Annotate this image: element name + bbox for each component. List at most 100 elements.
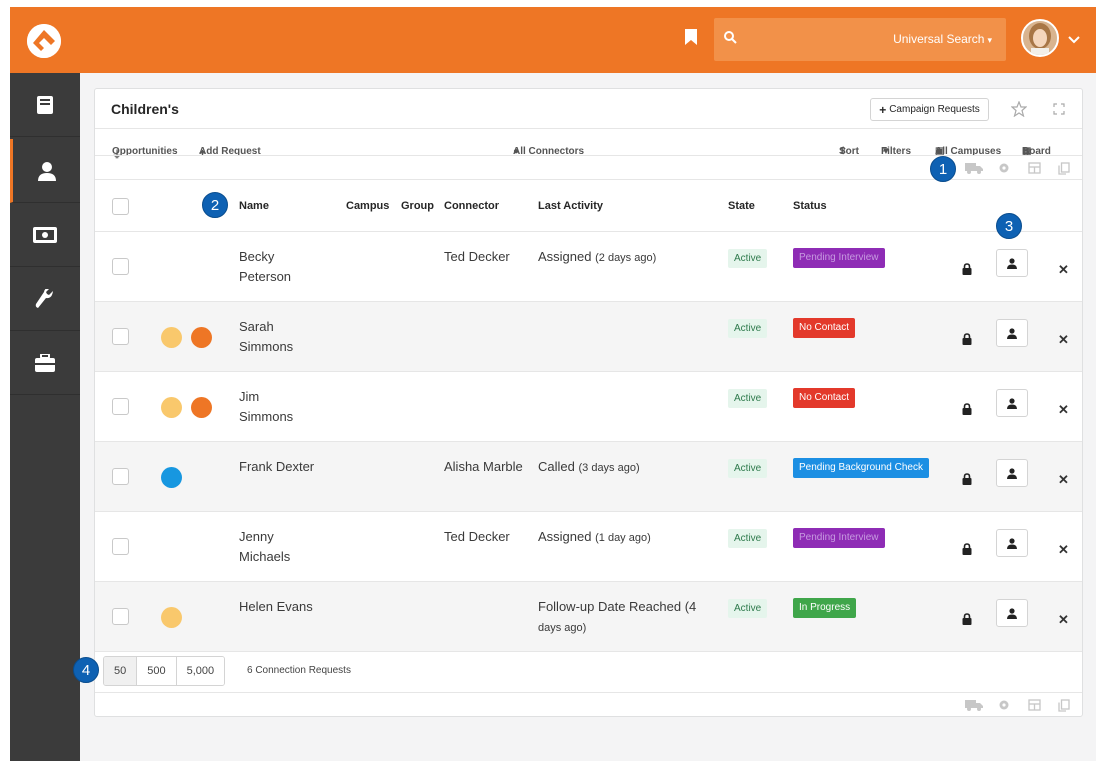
person-icon (37, 161, 56, 181)
panel-toolbar: ⏚ Opportunities + Add Request ● All Conn… (112, 146, 1051, 161)
row-checkbox[interactable] (112, 328, 129, 345)
truck-icon[interactable] (965, 699, 983, 711)
person-name[interactable]: Sarah Simmons (239, 317, 329, 357)
grid-actions-bottom (95, 694, 1082, 718)
header-last-activity[interactable]: Last Activity (538, 200, 603, 212)
header-status[interactable]: Status (793, 200, 827, 212)
status-badge: No Contact (793, 318, 856, 338)
chevron-down-icon[interactable] (1068, 31, 1080, 49)
page-size-500[interactable]: 500 (137, 657, 177, 685)
lock-icon (962, 473, 972, 488)
star-icon[interactable] (1010, 100, 1028, 122)
page-title: Children's (111, 101, 179, 117)
status-dot (161, 327, 182, 348)
sidebar-item-book[interactable] (10, 73, 80, 137)
person-icon (1007, 397, 1017, 409)
callout-1: 1 (930, 156, 956, 182)
table-row[interactable]: Helen Evans Follow-up Date Reached (4 day… (95, 582, 1082, 652)
state-badge: Active (728, 249, 768, 268)
person-name[interactable]: Jenny Michaels (239, 527, 329, 567)
search-scope-dropdown[interactable]: Universal Search ▾ (893, 32, 992, 46)
header-group[interactable]: Group (401, 200, 434, 212)
close-icon[interactable]: ✕ (1058, 612, 1069, 628)
state-badge: Active (728, 599, 768, 618)
view-person-button[interactable] (996, 529, 1028, 557)
view-person-button[interactable] (996, 389, 1028, 417)
view-person-button[interactable] (996, 599, 1028, 627)
connector-name: Ted Decker (444, 249, 510, 264)
header-state[interactable]: State (728, 200, 755, 212)
table-row[interactable]: Becky Peterson Ted Decker Assigned (2 days … (95, 232, 1082, 302)
status-badge: Pending Interview (793, 528, 885, 548)
request-count: 6 Connection Requests (247, 665, 351, 676)
view-person-button[interactable] (996, 249, 1028, 277)
page-size-5000[interactable]: 5,000 (176, 657, 225, 685)
row-checkbox[interactable] (112, 608, 129, 625)
close-icon[interactable]: ✕ (1058, 332, 1069, 348)
row-checkbox[interactable] (112, 258, 129, 275)
header-campus[interactable]: Campus (346, 200, 389, 212)
gear-icon[interactable] (998, 699, 1010, 711)
person-name[interactable]: Jim Simmons (239, 387, 329, 427)
table-icon[interactable] (1028, 162, 1041, 174)
fullscreen-icon[interactable] (1053, 102, 1065, 120)
person-name[interactable]: Helen Evans (239, 597, 329, 617)
table-header: Name Campus Group Connector Last Activit… (95, 179, 1082, 232)
campaign-requests-button[interactable]: + Campaign Requests (870, 98, 989, 121)
rock-logo-icon[interactable] (27, 24, 61, 58)
person-icon (1007, 537, 1017, 549)
status-dot (161, 397, 182, 418)
lock-icon (962, 543, 972, 558)
page-size-selector: 50 500 5,000 (103, 656, 226, 686)
person-name[interactable]: Becky Peterson (239, 247, 329, 287)
status-dot (191, 397, 212, 418)
sidebar-item-admin[interactable] (10, 331, 80, 395)
lock-icon (962, 403, 972, 418)
table-row[interactable]: Frank Dexter Alisha Marble Called (3 days … (95, 442, 1082, 512)
callout-2: 2 (202, 192, 228, 218)
select-all-checkbox[interactable] (112, 198, 129, 215)
lock-icon (962, 613, 972, 628)
row-checkbox[interactable] (112, 468, 129, 485)
avatar[interactable] (1021, 19, 1059, 57)
table-row[interactable]: Jenny Michaels Ted Decker Assigned (1 day a… (95, 512, 1082, 582)
table-row[interactable]: Sarah Simmons Active No Contact ✕ (95, 302, 1082, 372)
header-name[interactable]: Name (239, 200, 269, 212)
state-badge: Active (728, 319, 768, 338)
row-checkbox[interactable] (112, 538, 129, 555)
close-icon[interactable]: ✕ (1058, 402, 1069, 418)
copy-icon[interactable] (1058, 699, 1070, 712)
sidebar-item-tools[interactable] (10, 267, 80, 331)
view-person-button[interactable] (996, 319, 1028, 347)
status-dot (161, 467, 182, 488)
callout-3: 3 (996, 213, 1022, 239)
table-icon[interactable] (1028, 699, 1041, 711)
status-dot (161, 607, 182, 628)
copy-icon[interactable] (1058, 162, 1070, 175)
person-icon (1007, 327, 1017, 339)
close-icon[interactable]: ✕ (1058, 542, 1069, 558)
status-badge: No Contact (793, 388, 856, 408)
universal-search[interactable]: Universal Search ▾ (714, 18, 1006, 61)
plus-icon: + (879, 102, 887, 117)
gear-icon[interactable] (998, 162, 1010, 174)
person-name[interactable]: Frank Dexter (239, 457, 329, 477)
sidebar-item-finance[interactable] (10, 203, 80, 267)
sidebar-item-people[interactable] (10, 139, 80, 203)
close-icon[interactable]: ✕ (1058, 262, 1069, 278)
grid-footer: 50 500 5,000 6 Connection Requests (95, 649, 1082, 693)
header-connector[interactable]: Connector (444, 200, 499, 212)
table-row[interactable]: Jim Simmons Active No Contact ✕ (95, 372, 1082, 442)
row-checkbox[interactable] (112, 398, 129, 415)
truck-icon[interactable] (965, 162, 983, 174)
bookmark-icon[interactable] (685, 29, 697, 50)
view-person-button[interactable] (996, 459, 1028, 487)
callout-4: 4 (73, 657, 99, 683)
briefcase-icon (35, 353, 55, 372)
close-icon[interactable]: ✕ (1058, 472, 1069, 488)
page-size-50[interactable]: 50 (104, 657, 138, 685)
wrench-icon (35, 288, 53, 308)
last-activity: Follow-up Date Reached (4 days ago) (538, 599, 697, 634)
last-activity: Assigned (1 day ago) (538, 529, 651, 544)
panel-header: Children's + Campaign Requests (95, 89, 1082, 129)
